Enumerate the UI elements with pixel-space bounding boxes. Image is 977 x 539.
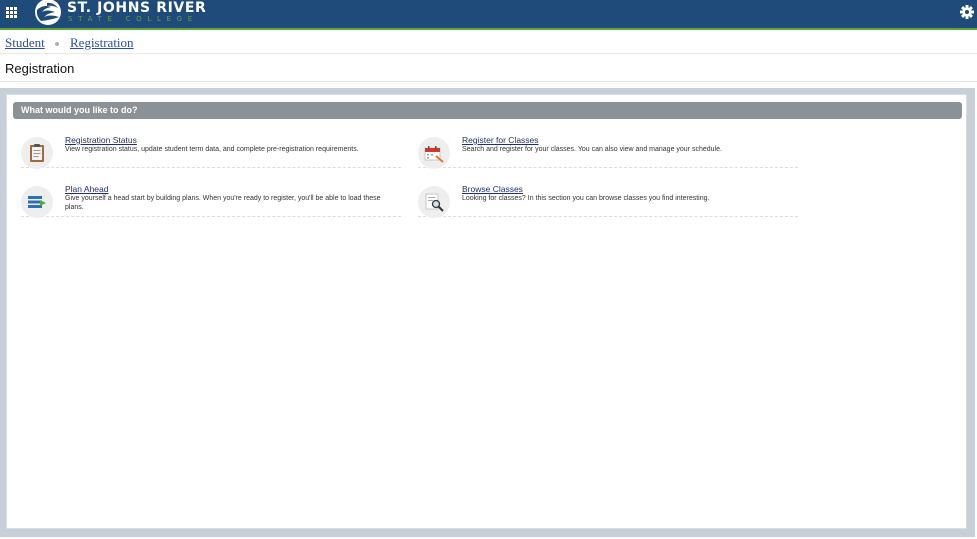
plan-list-icon: [28, 196, 46, 208]
browse-classes-link[interactable]: Browse Classes: [462, 184, 523, 194]
gear-icon[interactable]: [960, 5, 974, 19]
breadcrumb: Student Registration: [0, 30, 977, 54]
breadcrumb-separator: [55, 42, 59, 46]
clipboard-icon: [30, 144, 44, 162]
page-title: Registration: [5, 61, 75, 76]
browse-classes-description: Looking for classes? In this section you…: [462, 195, 710, 202]
registration-status-link[interactable]: Registration Status: [65, 135, 137, 145]
app-grid-menu-icon[interactable]: [6, 7, 17, 18]
tile-icon-container: [418, 137, 450, 169]
section-header-label: What would you like to do?: [21, 105, 138, 115]
register-for-classes-description: Search and register for your classes. Yo…: [462, 146, 722, 153]
top-header-bar: ST. JOHNS RIVER STATE COLLEGE: [0, 0, 977, 28]
tile-browse-classes: Browse Classes Looking for classes? In t…: [418, 184, 798, 218]
tile-plan-ahead: Plan Ahead Give yourself a head start by…: [21, 184, 401, 218]
plan-ahead-description: Give yourself a head start by building p…: [65, 195, 381, 211]
logo-name: ST. JOHNS RIVER: [67, 0, 207, 16]
breadcrumb-student[interactable]: Student: [5, 35, 45, 51]
tile-registration-status: Registration Status View registration st…: [21, 135, 401, 169]
tile-icon-container: [21, 137, 53, 169]
river-wave-logo-icon: [35, 0, 61, 25]
content-frame: What would you like to do? Registration …: [0, 88, 975, 537]
section-header: What would you like to do?: [13, 102, 962, 119]
registration-status-description: View registration status, update student…: [65, 146, 359, 153]
breadcrumb-registration[interactable]: Registration: [70, 35, 134, 51]
register-for-classes-link[interactable]: Register for Classes: [462, 135, 539, 145]
magnifier-document-icon: [425, 193, 444, 212]
plan-ahead-link[interactable]: Plan Ahead: [65, 184, 108, 194]
tile-icon-container: [21, 186, 53, 218]
calendar-icon: [424, 146, 444, 163]
logo-subtitle: STATE COLLEGE: [68, 15, 198, 23]
tile-register-for-classes: Register for Classes Search and register…: [418, 135, 798, 169]
page-title-bar: Registration: [0, 54, 977, 82]
content-card: What would you like to do? Registration …: [6, 94, 967, 529]
college-logo[interactable]: ST. JOHNS RIVER STATE COLLEGE: [33, 0, 213, 28]
tile-icon-container: [418, 186, 450, 218]
